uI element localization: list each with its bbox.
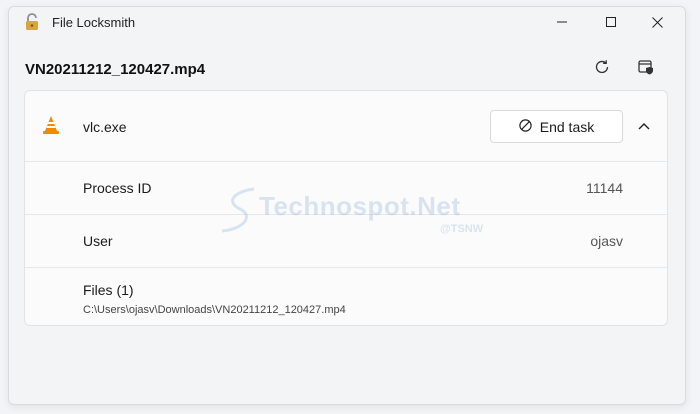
run-as-admin-icon [637,58,655,81]
file-path: C:\Users\ojasv\Downloads\VN20211212_1204… [83,304,346,316]
process-card: vlc.exe End task Process ID 11144 User o… [24,90,668,326]
refresh-icon [593,58,611,81]
refresh-button[interactable] [586,53,618,85]
run-as-admin-button[interactable] [630,53,662,85]
end-task-button[interactable]: End task [490,110,623,143]
process-name: vlc.exe [83,119,127,135]
files-label: Files (1) [83,282,134,298]
collapse-button[interactable] [631,114,657,138]
files-row: Files (1) C:\Users\ojasv\Downloads\VN202… [25,268,667,324]
end-task-label: End task [539,118,595,135]
close-button[interactable] [634,7,680,37]
close-icon [651,16,663,28]
maximize-icon [606,17,616,27]
minimize-button[interactable] [539,7,585,37]
stop-circle-icon [519,118,532,135]
file-name-heading: VN20211212_120427.mp4 [25,61,206,78]
user-row: User ojasv [25,215,667,268]
process-id-value: 11144 [586,180,623,196]
vlc-cone-icon [42,115,60,135]
title-bar[interactable]: File Locksmith [9,7,685,37]
chevron-up-icon [638,117,650,135]
process-id-row: Process ID 11144 [25,162,667,215]
minimize-icon [557,17,567,27]
user-value: ojasv [590,233,623,249]
maximize-button[interactable] [588,7,634,37]
process-header-row[interactable]: vlc.exe End task [25,91,667,162]
file-locksmith-window: File Locksmith VN20211212_120427.mp4 vlc… [8,6,686,405]
padlock-open-icon [23,13,41,31]
user-label: User [83,233,113,249]
process-id-label: Process ID [83,180,152,196]
window-title: File Locksmith [52,15,136,30]
